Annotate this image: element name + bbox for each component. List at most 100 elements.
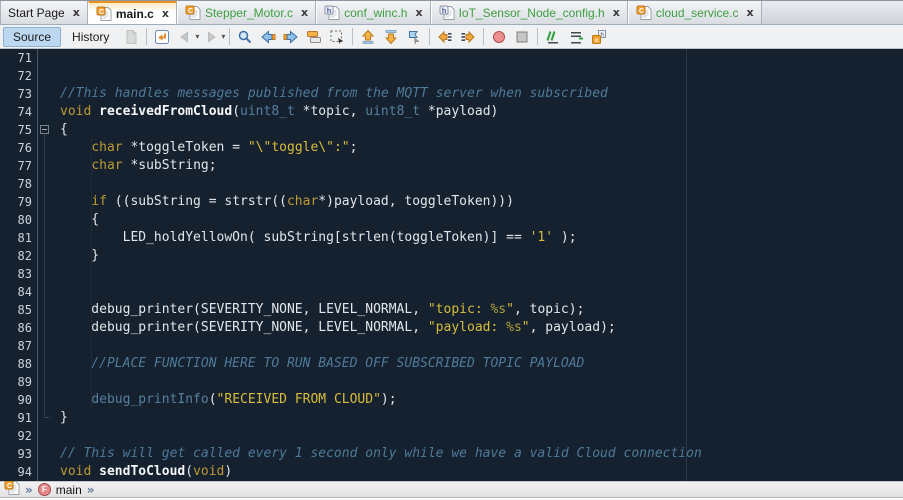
code-line-71[interactable] (60, 49, 903, 67)
code-line-81[interactable]: LED_holdYellowOn( subString[strlen(toggl… (60, 229, 903, 247)
code-segment (91, 104, 99, 119)
stop-macro-icon[interactable] (511, 26, 533, 47)
code-line-86[interactable]: debug_printer(SEVERITY_NONE, LEVEL_NORMA… (60, 319, 903, 337)
record-macro-icon[interactable] (488, 26, 510, 47)
back-icon (174, 26, 196, 47)
line-number: 75 (0, 121, 32, 139)
comment-icon[interactable] (542, 26, 564, 47)
tab-iot-sensor-node-config-h[interactable]: hIoT_Sensor_Node_config.hx (431, 1, 628, 24)
rectangular-selection-icon[interactable] (326, 26, 348, 47)
toolbar-separator (483, 28, 484, 45)
line-number: 81 (0, 229, 32, 247)
code-segment: uint8_t (365, 104, 420, 119)
line-number: 80 (0, 211, 32, 229)
next-bookmark-icon[interactable] (380, 26, 402, 47)
code-editor[interactable]: 7172737475767778798081828384858687888990… (0, 49, 903, 481)
find-next-icon[interactable] (280, 26, 302, 47)
code-line-83[interactable] (60, 265, 903, 283)
code-line-93[interactable]: // This will get called every 1 second o… (60, 445, 903, 463)
code-line-89[interactable] (60, 373, 903, 391)
code-line-75[interactable]: { (60, 121, 903, 139)
code-area[interactable]: //This handles messages published from t… (52, 49, 903, 481)
code-segment: void (60, 104, 91, 119)
header-source-icon[interactable]: hc (588, 26, 610, 47)
chevron-right-icon: » (87, 483, 95, 497)
code-line-92[interactable] (60, 427, 903, 445)
code-line-85[interactable]: debug_printer(SEVERITY_NONE, LEVEL_NORMA… (60, 301, 903, 319)
svg-text:h: h (327, 6, 332, 15)
code-segment: //This handles messages published from t… (60, 86, 608, 101)
tab-close-icon[interactable]: x (747, 6, 754, 19)
code-line-78[interactable] (60, 175, 903, 193)
line-number: 93 (0, 445, 32, 463)
code-line-87[interactable] (60, 337, 903, 355)
code-segment: " (522, 320, 530, 335)
shift-left-icon[interactable] (434, 26, 456, 47)
find-previous-icon[interactable] (257, 26, 279, 47)
fold-collapse-icon[interactable] (40, 125, 49, 134)
code-line-72[interactable] (60, 67, 903, 85)
history-view-button[interactable]: History (62, 27, 119, 47)
shift-right-icon[interactable] (457, 26, 479, 47)
code-line-74[interactable]: void receivedFromCloud(uint8_t *topic, u… (60, 103, 903, 121)
svg-text:C: C (7, 483, 12, 490)
breadcrumb: C » F main » (0, 481, 903, 498)
find-selection-icon[interactable] (234, 26, 256, 47)
tab-close-icon[interactable]: x (415, 6, 422, 19)
code-segment: '1' (530, 230, 553, 245)
line-number: 72 (0, 67, 32, 85)
source-view-button[interactable]: Source (3, 27, 61, 47)
code-segment (60, 392, 91, 407)
c-file-icon[interactable]: C (4, 480, 20, 499)
code-segment (60, 158, 91, 173)
code-segment: debug_printer(SEVERITY_NONE, LEVEL_NORMA… (60, 302, 428, 317)
tab-main-c[interactable]: Cmain.cx (88, 1, 177, 24)
tab-close-icon[interactable]: x (301, 6, 308, 19)
code-segment: debug_printInfo (91, 392, 208, 407)
code-line-82[interactable]: } (60, 247, 903, 265)
code-line-84[interactable] (60, 283, 903, 301)
code-line-90[interactable]: debug_printInfo("RECEIVED FROM CLOUD"); (60, 391, 903, 409)
svg-text:C: C (188, 7, 193, 14)
code-segment: "\"toggle\":" (248, 140, 350, 155)
tab-start-page[interactable]: Start Pagex (0, 1, 88, 24)
tab-stepper-motor-c[interactable]: CStepper_Motor.cx (177, 1, 316, 24)
code-segment: ( (209, 392, 217, 407)
line-number: 71 (0, 49, 32, 67)
code-line-79[interactable]: if ((subString = strstr((char*)payload, … (60, 193, 903, 211)
chevron-right-icon: » (25, 483, 33, 497)
breadcrumb-function[interactable]: main (56, 483, 82, 497)
toggle-bookmark-icon[interactable] (403, 26, 425, 47)
line-number: 74 (0, 103, 32, 121)
code-line-88[interactable]: //PLACE FUNCTION HERE TO RUN BASED OFF S… (60, 355, 903, 373)
tab-close-icon[interactable]: x (73, 6, 80, 19)
code-line-77[interactable]: char *subString; (60, 157, 903, 175)
toolbar-separator (352, 28, 353, 45)
toggle-highlight-icon[interactable] (303, 26, 325, 47)
toolbar-icon-group: ▾▾hc (120, 26, 610, 47)
code-segment: sendToCloud (99, 464, 185, 479)
code-line-94[interactable]: void sendToCloud(void) (60, 463, 903, 481)
tab-close-icon[interactable]: x (613, 6, 620, 19)
tab-conf-winc-h[interactable]: hconf_winc.hx (316, 1, 430, 24)
uncomment-icon[interactable] (565, 26, 587, 47)
code-segment: %s (490, 302, 506, 317)
line-number: 94 (0, 463, 32, 481)
code-fold-column[interactable] (38, 49, 52, 481)
tab-cloud-service-c[interactable]: Ccloud_service.cx (628, 1, 762, 24)
code-line-80[interactable]: { (60, 211, 903, 229)
code-line-91[interactable]: } (60, 409, 903, 427)
code-segment: "topic: (428, 302, 491, 317)
code-segment: void (60, 464, 91, 479)
previous-bookmark-icon[interactable] (357, 26, 379, 47)
c-file-icon: C (185, 5, 201, 21)
code-line-73[interactable]: //This handles messages published from t… (60, 85, 903, 103)
tab-close-icon[interactable]: x (162, 7, 169, 20)
line-number: 84 (0, 283, 32, 301)
svg-text:c: c (595, 37, 599, 44)
line-number: 78 (0, 175, 32, 193)
line-number: 77 (0, 157, 32, 175)
h-file-icon: h (324, 5, 340, 21)
back-to-last-edit-icon[interactable] (151, 26, 173, 47)
code-line-76[interactable]: char *toggleToken = "\"toggle\":"; (60, 139, 903, 157)
